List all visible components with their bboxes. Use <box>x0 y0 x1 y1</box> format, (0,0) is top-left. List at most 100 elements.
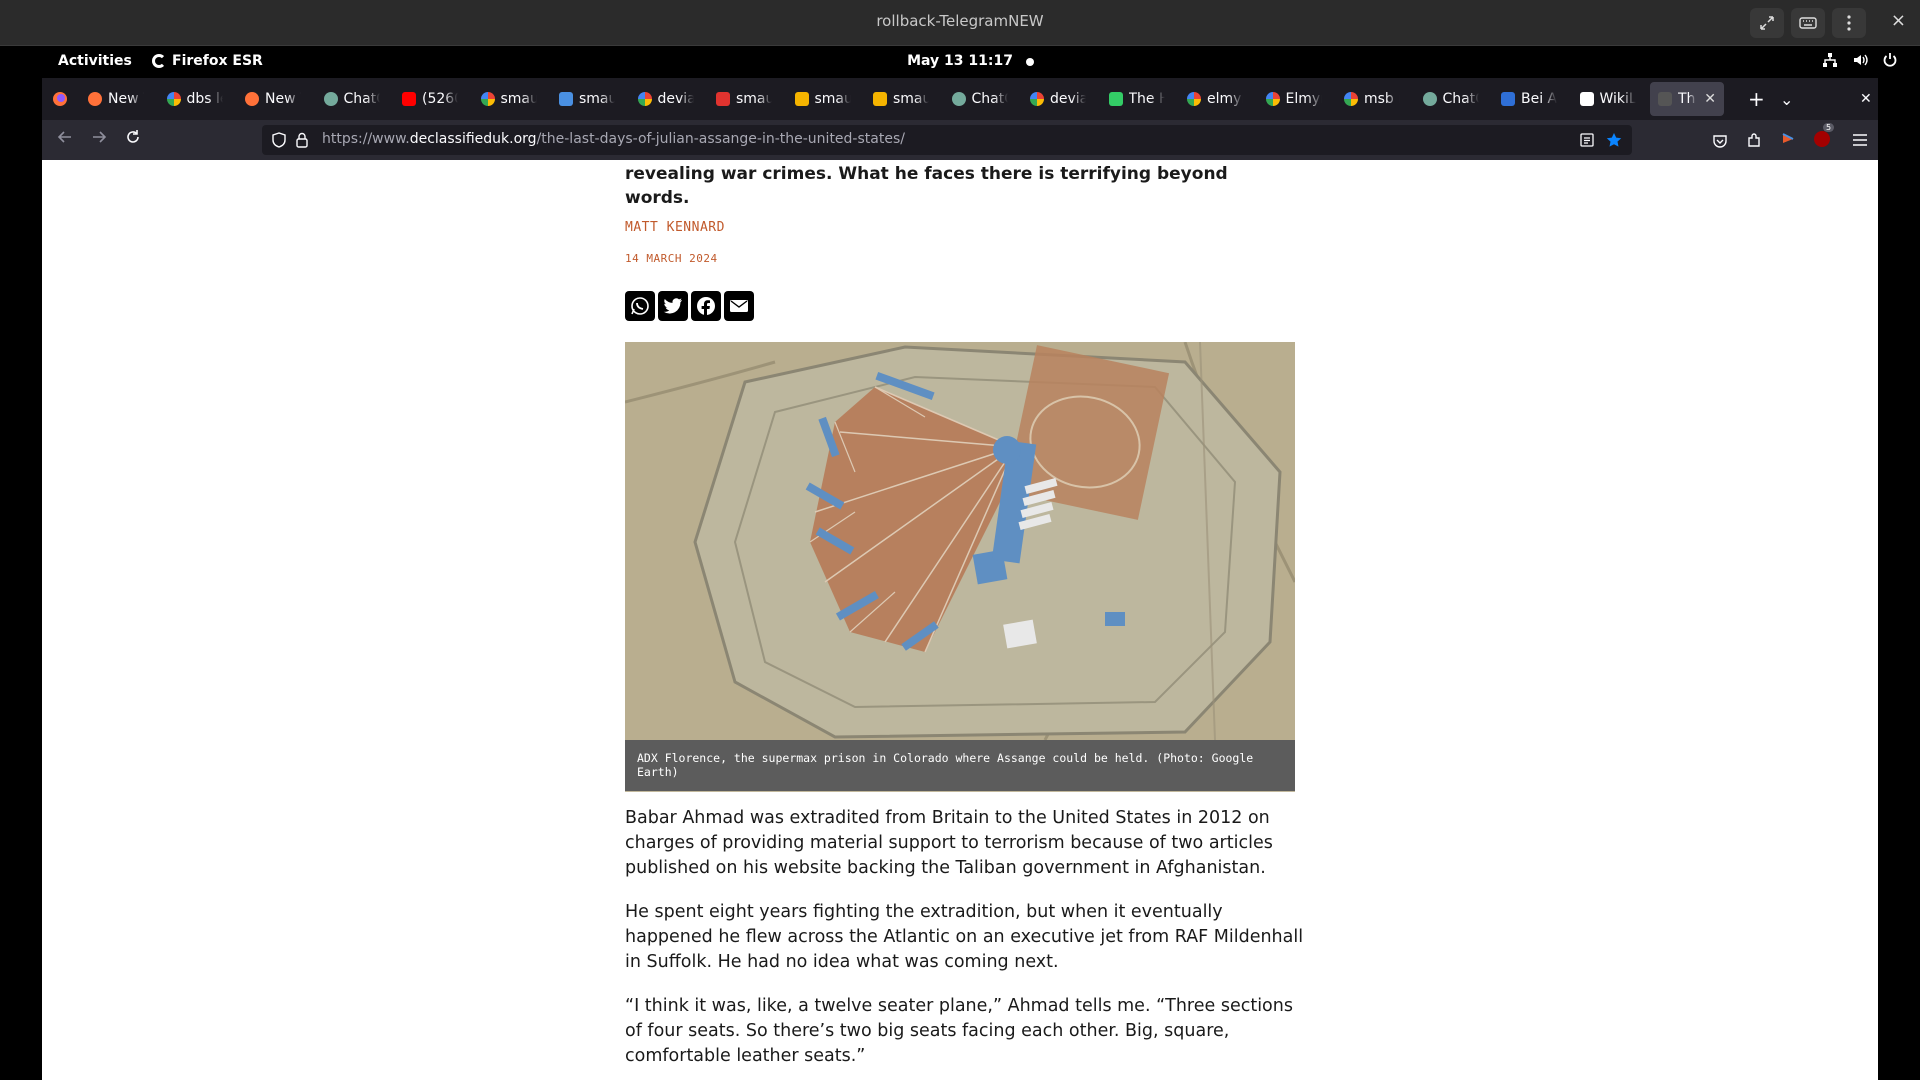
browser-tab[interactable]: WikiL <box>1572 82 1644 116</box>
window-close-button[interactable]: × <box>1891 10 1906 31</box>
firefox-view-icon[interactable] <box>52 91 68 107</box>
back-button[interactable] <box>54 129 76 151</box>
article-author[interactable]: MATT KENNARD <box>625 220 725 235</box>
tab-label: ChatG <box>971 91 1008 107</box>
extensions-icon[interactable] <box>1746 132 1762 148</box>
clock[interactable]: May 13 11:17 <box>0 53 1920 69</box>
browser-tab[interactable]: Bei As <box>1493 82 1565 116</box>
browser-tab[interactable]: The ✕ <box>1650 82 1724 116</box>
browser-tab[interactable]: Elmyr <box>1258 82 1330 116</box>
window-titlebar: rollback-TelegramNEW × <box>0 0 1920 46</box>
browser-tab[interactable]: New T <box>80 82 152 116</box>
expand-icon <box>1760 16 1774 30</box>
browser-tab[interactable]: ChatG <box>944 82 1016 116</box>
tab-label: dbs le <box>186 91 223 107</box>
browser-tab[interactable]: ChatG <box>316 82 388 116</box>
forward-arrow-icon <box>93 131 107 143</box>
google-icon <box>1187 92 1201 106</box>
firefox-icon <box>245 92 259 106</box>
window-menu-button[interactable] <box>1832 8 1866 38</box>
tab-strip: New T dbs le New T ChatG (5260 smau smau devia s… <box>42 78 1878 120</box>
tab-label: New T <box>108 91 144 107</box>
lock-icon[interactable] <box>296 132 308 148</box>
pocket-icon[interactable] <box>1712 133 1728 149</box>
url-path: /the-last-days-of-julian-assange-in-the-… <box>536 131 905 147</box>
tab-label: smau <box>500 91 537 107</box>
article-lede: Julian Assange may soon be on his way to… <box>625 164 1228 208</box>
url-text[interactable]: https://www.declassifieduk.org/the-last-… <box>322 131 905 147</box>
google-icon <box>1030 92 1044 106</box>
image-icon <box>873 92 887 106</box>
bookmark-star-icon[interactable] <box>1606 132 1622 148</box>
share-buttons <box>625 291 754 321</box>
tab-label: ChatG <box>343 91 380 107</box>
system-tray[interactable] <box>1822 52 1898 68</box>
tab-label: Elmyr <box>1285 91 1322 107</box>
volume-icon <box>1854 54 1868 66</box>
extension-badge: 5 <box>1823 123 1835 132</box>
reader-view-icon[interactable] <box>1580 133 1594 147</box>
new-tab-button[interactable]: + <box>1740 82 1773 116</box>
list-all-tabs-button[interactable]: ⌄ <box>1772 82 1801 116</box>
tab-label: devia <box>657 91 694 107</box>
extension-flag-icon[interactable] <box>1780 132 1796 148</box>
browser-tab[interactable]: smau <box>787 82 859 116</box>
browser-tab[interactable]: dbs le <box>159 82 231 116</box>
ublock-icon[interactable] <box>1814 131 1830 147</box>
close-window-button[interactable]: ✕ <box>1852 82 1880 116</box>
share-whatsapp-button[interactable] <box>625 291 655 321</box>
browser-tab[interactable]: devia <box>630 82 702 116</box>
fullscreen-button[interactable] <box>1750 8 1784 38</box>
figure-caption: ADX Florence, the supermax prison in Col… <box>625 740 1295 791</box>
navigation-toolbar: https://www.declassifieduk.org/the-last-… <box>42 120 1878 160</box>
browser-tab[interactable]: msb m <box>1336 82 1408 116</box>
tracking-shield-icon[interactable] <box>272 132 286 148</box>
share-facebook-button[interactable] <box>691 291 721 321</box>
browser-tab[interactable]: New T <box>237 82 309 116</box>
forward-button[interactable] <box>88 129 110 151</box>
browser-tab[interactable]: ChatG <box>1415 82 1487 116</box>
share-email-button[interactable] <box>724 291 754 321</box>
kebab-menu-icon <box>1847 15 1851 31</box>
url-bar[interactable]: https://www.declassifieduk.org/the-last-… <box>262 125 1632 155</box>
tab-label: Bei As <box>1521 91 1557 107</box>
browser-tab[interactable]: smau <box>551 82 623 116</box>
tab-label: devia <box>1050 91 1086 107</box>
as-icon <box>1501 92 1515 106</box>
tab-label: New T <box>265 91 301 107</box>
reload-button[interactable] <box>122 129 144 151</box>
browser-tab[interactable]: smau <box>708 82 780 116</box>
firefox-icon <box>88 92 102 106</box>
browser-tab[interactable]: (5260 <box>394 82 466 116</box>
hamburger-menu-icon[interactable] <box>1852 133 1868 147</box>
tab-label: smau <box>579 91 615 107</box>
image-icon <box>794 92 809 106</box>
firefox-window: New T dbs le New T ChatG (5260 smau smau devia s… <box>42 78 1878 1080</box>
bolt-icon <box>1108 92 1123 106</box>
power-icon <box>1883 53 1897 67</box>
window-title: rollback-TelegramNEW <box>876 12 1044 30</box>
browser-tab[interactable]: elmyr <box>1179 82 1251 116</box>
share-twitter-button[interactable] <box>658 291 688 321</box>
keyboard-button[interactable] <box>1791 8 1825 38</box>
browser-tab[interactable]: smau <box>865 82 937 116</box>
google-icon <box>166 92 181 106</box>
close-tab-icon[interactable]: ✕ <box>1704 91 1716 107</box>
prison-aerial-photo <box>625 342 1295 740</box>
tab-label: The H <box>1128 91 1165 107</box>
google-icon <box>637 92 652 106</box>
red-icon <box>716 92 730 106</box>
browser-tab[interactable]: devia <box>1022 82 1094 116</box>
email-icon <box>730 300 748 312</box>
browser-tab[interactable]: The H <box>1101 82 1173 116</box>
tab-label: msb m <box>1364 91 1400 107</box>
facebook-icon <box>697 297 715 316</box>
x-icon <box>1579 92 1594 106</box>
browser-tab[interactable]: smau <box>473 82 545 116</box>
notification-dot <box>1026 58 1034 66</box>
url-prefix: https://www. <box>322 131 410 147</box>
page-icon <box>1658 92 1672 106</box>
page-content[interactable]: Julian Assange may soon be on his way to… <box>42 160 1878 1080</box>
chatgpt-icon <box>1422 92 1437 106</box>
tab-label: (5260 <box>422 91 458 107</box>
